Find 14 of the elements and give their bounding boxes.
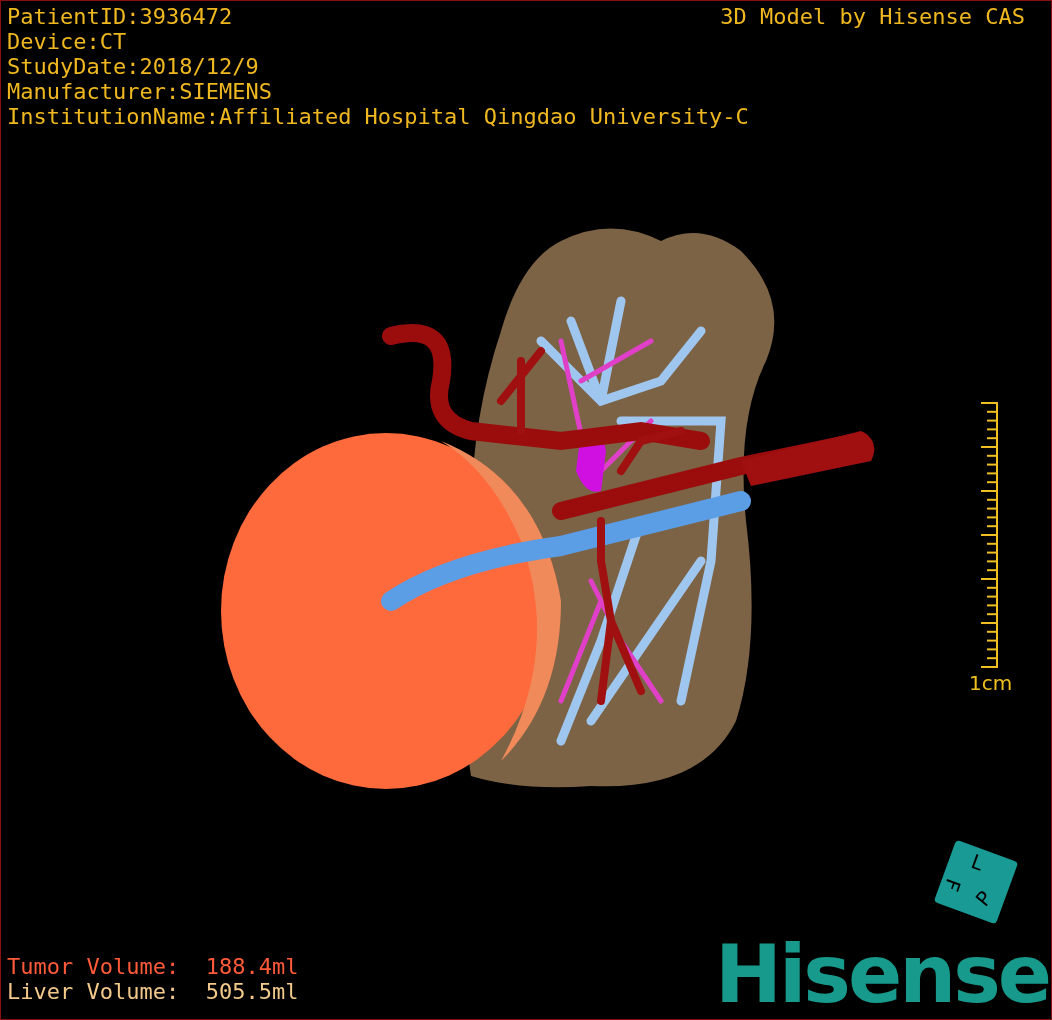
scale-label: 1cm [969, 671, 1013, 695]
credit-text: 3D Model by Hisense CAS [720, 4, 1025, 29]
study-info-text: Manufacturer:SIEMENS [7, 79, 272, 104]
volume-text: Liver Volume: 505.5ml [7, 979, 299, 1004]
study-info-text: Device:CT [7, 29, 127, 54]
study-info-text: PatientID:3936472 [7, 4, 233, 29]
study-info-text: StudyDate:2018/12/9 [7, 54, 259, 79]
cube-face-label: F [940, 876, 964, 894]
orientation-cube[interactable]: L P F [933, 839, 1019, 925]
cube-face-label: L [968, 851, 987, 874]
volume-text: Tumor Volume: 188.4ml [7, 954, 299, 979]
logo-text: Hisense [714, 933, 1049, 1017]
cube-face-label: P [972, 887, 996, 910]
study-info-text: InstitutionName:Affiliated Hospital Qingdao University-C [7, 104, 749, 129]
